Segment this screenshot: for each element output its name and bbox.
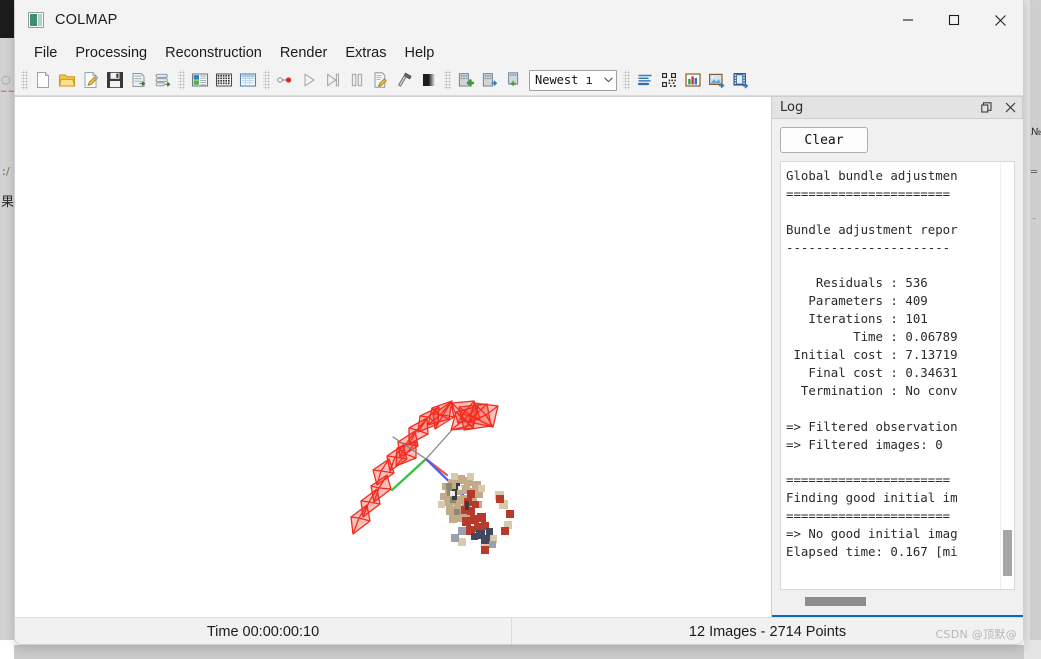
menu-help[interactable]: Help — [395, 43, 443, 63]
feature-extraction-icon[interactable] — [188, 68, 212, 92]
toolbar-handle-views[interactable] — [623, 70, 630, 90]
title-bar: COLMAP — [15, 0, 1023, 40]
window-body: Log Clear Global bundle adjustmen ======… — [15, 96, 1023, 617]
log-panel-title: Log — [780, 100, 804, 115]
model-select-combo[interactable]: Newest ı — [529, 69, 617, 91]
maximize-button[interactable] — [931, 0, 977, 40]
menu-bar: File Processing Reconstruction Render Ex… — [15, 40, 1023, 65]
colmap-main-window: COLMAP File Processing Reconstruction Re… — [14, 0, 1024, 645]
model-viewer[interactable] — [15, 96, 772, 617]
bg-glyph-slash: / — [6, 165, 10, 178]
toolbar-handle-models[interactable] — [444, 70, 451, 90]
save-project-icon[interactable] — [103, 68, 127, 92]
export-model-icon[interactable] — [151, 68, 175, 92]
automatic-reconstruction-icon[interactable] — [273, 68, 297, 92]
bg-glyph-circle: ○ — [1, 73, 11, 86]
status-bar: Time 00:00:00:10 12 Images - 2714 Points… — [15, 617, 1023, 644]
background-left-glyphs: ○ ∼∼ : / 果 — [0, 38, 16, 638]
log-dock-panel: Log Clear Global bundle adjustmen ======… — [772, 96, 1023, 617]
new-project-icon[interactable] — [31, 68, 55, 92]
grab-image-icon[interactable] — [705, 68, 729, 92]
menu-render[interactable]: Render — [271, 43, 337, 63]
log-vertical-scroll-thumb[interactable] — [1003, 530, 1012, 576]
import-model-icon[interactable] — [127, 68, 151, 92]
status-time: Time 00:00:00:10 — [15, 617, 512, 644]
grab-movie-icon[interactable] — [729, 68, 753, 92]
point-cloud — [438, 473, 514, 554]
bundle-adjustment-icon[interactable] — [369, 68, 393, 92]
toolbar-handle-project[interactable] — [21, 70, 28, 90]
camera-frustums — [350, 400, 499, 535]
bg-right-glyph-one: № — [1031, 127, 1041, 138]
log-horizontal-scrollbar[interactable] — [780, 590, 1015, 615]
minimize-button[interactable] — [885, 0, 931, 40]
main-toolbar: Newest ı — [15, 65, 1023, 96]
step-reconstruction-icon[interactable] — [321, 68, 345, 92]
log-vertical-scrollbar[interactable] — [1000, 162, 1014, 589]
menu-extras[interactable]: Extras — [336, 43, 395, 63]
bg-right-glyph-three: – — [1032, 214, 1037, 224]
close-button[interactable] — [977, 0, 1023, 40]
log-panel-body: Clear Global bundle adjustmen ==========… — [772, 119, 1023, 615]
menu-file[interactable]: File — [25, 43, 66, 63]
window-title: COLMAP — [55, 12, 118, 28]
window-controls — [885, 0, 1023, 40]
database-management-icon[interactable] — [236, 68, 260, 92]
camera-frustum — [350, 504, 371, 535]
close-panel-button[interactable] — [998, 97, 1022, 119]
bg-right-glyph-two: ═ — [1031, 167, 1038, 178]
background-window-bottom-edge — [14, 645, 1024, 659]
toolbar-handle-reconstruction[interactable] — [263, 70, 270, 90]
dense-reconstruction-icon[interactable] — [393, 68, 417, 92]
log-horizontal-scroll-thumb[interactable] — [805, 597, 866, 606]
log-text-area[interactable]: Global bundle adjustmen ================… — [780, 161, 1015, 590]
start-reconstruction-icon[interactable] — [297, 68, 321, 92]
log-panel-header: Log — [772, 96, 1023, 119]
pause-reconstruction-icon[interactable] — [345, 68, 369, 92]
float-panel-button[interactable] — [974, 97, 998, 119]
menu-processing[interactable]: Processing — [66, 43, 156, 63]
edit-project-icon[interactable] — [79, 68, 103, 92]
model-select-value: Newest ı — [535, 73, 593, 87]
add-model-icon[interactable] — [454, 68, 478, 92]
colmap-app-icon — [28, 12, 44, 28]
show-log-icon[interactable] — [633, 68, 657, 92]
axis-negative-gray-2 — [425, 429, 453, 460]
previous-model-icon[interactable] — [502, 68, 526, 92]
bg-glyph-squiggle: ∼∼ — [0, 87, 16, 97]
menu-reconstruction[interactable]: Reconstruction — [156, 43, 271, 63]
model-statistics-icon[interactable] — [681, 68, 705, 92]
next-model-icon[interactable] — [478, 68, 502, 92]
feature-matching-icon[interactable] — [212, 68, 236, 92]
csdn-watermark: CSDN @顶默@ — [935, 628, 1017, 641]
background-window-left-edge: ○ ∼∼ : / 果 — [0, 0, 16, 640]
bg-glyph-cjk: 果 — [1, 195, 15, 210]
log-text-container: Global bundle adjustmen ================… — [780, 161, 1015, 615]
reconstruction-scene — [350, 400, 514, 554]
render-options-icon[interactable] — [417, 68, 441, 92]
camera-frustum — [468, 402, 499, 428]
match-matrix-icon[interactable] — [657, 68, 681, 92]
background-right-panel: № ═ – — [1030, 0, 1041, 640]
chevron-down-icon — [600, 77, 616, 83]
clear-log-button[interactable]: Clear — [780, 127, 868, 153]
open-project-icon[interactable] — [55, 68, 79, 92]
log-text-content: Global bundle adjustmen ================… — [786, 168, 958, 560]
toolbar-handle-database[interactable] — [178, 70, 185, 90]
